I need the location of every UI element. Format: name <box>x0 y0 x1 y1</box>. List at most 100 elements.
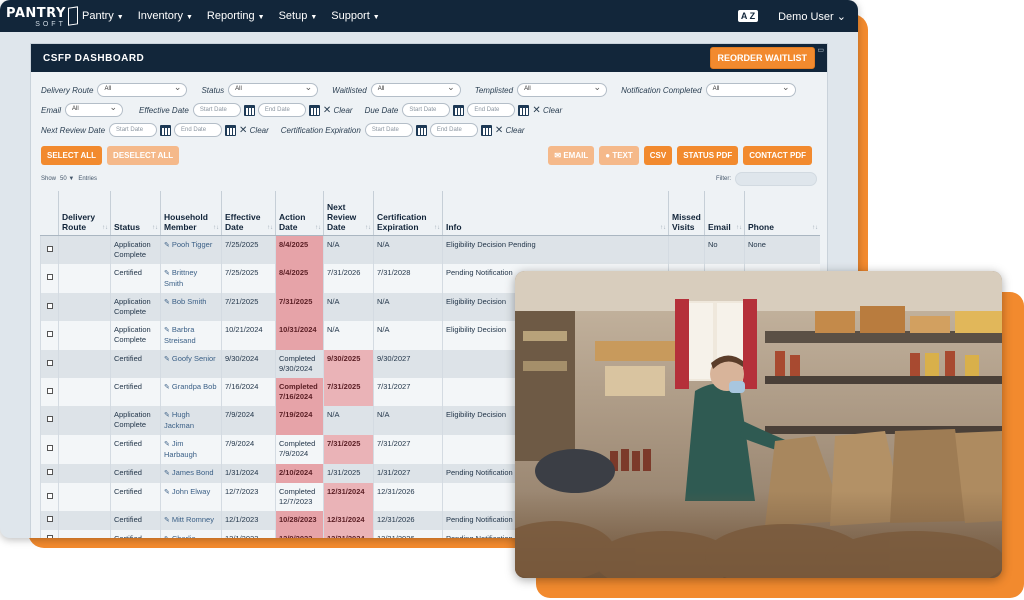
household-member-link[interactable]: Pooh Tigger <box>172 240 212 249</box>
pencil-icon[interactable]: ✎ <box>164 517 170 524</box>
calendar-icon[interactable] <box>480 124 492 136</box>
col-missed-visits[interactable]: Missed Visits <box>668 191 705 236</box>
cert-end-input[interactable]: End Date <box>429 123 478 137</box>
show-entries-select[interactable]: 50 ▼ <box>60 176 74 182</box>
reorder-waitlist-button[interactable]: REORDER WAITLIST <box>709 47 815 69</box>
status-pdf-button[interactable]: STATUS PDF <box>677 146 739 165</box>
next-review-start-input[interactable]: Start Date <box>109 123 158 137</box>
household-member-link[interactable]: James Bond <box>172 468 214 477</box>
col-household-member[interactable]: Household Member ↑↓ <box>160 191 222 236</box>
pencil-icon[interactable]: ✎ <box>164 470 170 477</box>
col-effective-date[interactable]: Effective Date ↑↓ <box>221 191 276 236</box>
pencil-icon[interactable]: ✎ <box>164 441 170 448</box>
due-end-input[interactable]: End Date <box>467 103 516 117</box>
menu-inventory[interactable]: Inventory ▼ <box>138 10 193 22</box>
notification-select[interactable]: All <box>705 82 796 97</box>
col-delivery-route[interactable]: Delivery Route ↑↓ <box>58 191 111 236</box>
row-checkbox[interactable] <box>46 492 53 499</box>
calendar-icon[interactable] <box>453 104 465 116</box>
household-member-link[interactable]: Goofy Senior <box>172 354 216 363</box>
calendar-icon[interactable] <box>308 104 320 116</box>
household-member-cell[interactable]: ✎ Hugh Jackman <box>160 405 222 435</box>
household-member-link[interactable]: Grandpa Bob <box>172 382 217 391</box>
calendar-icon[interactable] <box>415 124 427 136</box>
row-checkbox[interactable] <box>46 535 53 538</box>
row-checkbox[interactable] <box>46 359 53 366</box>
row-checkbox[interactable] <box>46 245 53 252</box>
row-checkbox[interactable] <box>46 331 53 337</box>
row-checkbox[interactable] <box>46 416 53 422</box>
due-start-input[interactable]: Start Date <box>402 103 451 117</box>
household-member-cell[interactable]: ✎ Goofy Senior <box>160 349 222 378</box>
effective-start-input[interactable]: Start Date <box>192 103 241 117</box>
calendar-icon[interactable] <box>518 104 530 116</box>
email-select[interactable]: All <box>65 102 124 117</box>
household-member-cell[interactable]: ✎ John Elway <box>160 482 222 511</box>
contact-pdf-button[interactable]: CONTACT PDF <box>743 146 812 165</box>
pencil-icon[interactable]: ✎ <box>164 412 170 419</box>
calendar-icon[interactable] <box>225 124 237 136</box>
pencil-icon[interactable]: ✎ <box>164 489 170 496</box>
deselect-all-button[interactable]: DESELECT ALL <box>107 146 180 165</box>
menu-setup[interactable]: Setup ▼ <box>279 10 318 22</box>
pencil-icon[interactable]: ✎ <box>164 299 170 306</box>
waitlisted-select[interactable]: All <box>370 82 461 97</box>
collapse-icon[interactable]: ▭ <box>817 46 824 54</box>
row-checkbox[interactable] <box>46 387 53 394</box>
row-checkbox[interactable] <box>46 469 53 475</box>
row-checkbox[interactable] <box>46 516 53 522</box>
pencil-icon[interactable]: ✎ <box>164 384 170 391</box>
csv-button[interactable]: CSV <box>643 146 673 165</box>
templisted-select[interactable]: All <box>517 82 608 97</box>
pencil-icon[interactable]: ✎ <box>164 242 170 249</box>
cert-clear-button[interactable]: ✕ Clear <box>495 125 525 136</box>
effective-end-input[interactable]: End Date <box>257 103 306 117</box>
status-select[interactable]: All <box>228 82 319 97</box>
col-action-date[interactable]: Action Date ↑↓ <box>275 191 324 236</box>
pencil-icon[interactable]: ✎ <box>164 356 170 363</box>
next-review-end-input[interactable]: End Date <box>174 123 223 137</box>
household-member-cell[interactable]: ✎ James Bond <box>160 463 222 483</box>
menu-pantry[interactable]: Pantry ▼ <box>82 10 124 22</box>
filter-input[interactable] <box>735 171 817 186</box>
table-row[interactable]: Application Complete ✎ Pooh Tigger 7/25/202… <box>40 235 820 264</box>
text-button[interactable]: ● TEXT <box>599 146 639 165</box>
due-clear-button[interactable]: ✕ Clear <box>532 105 562 116</box>
logo[interactable]: PANTRY SOFT <box>6 4 78 28</box>
calendar-icon[interactable] <box>160 124 172 136</box>
row-checkbox[interactable] <box>46 274 53 280</box>
user-menu[interactable]: Demo User ⌄ <box>778 10 846 23</box>
col-status[interactable]: Status ↑↓ <box>110 191 161 236</box>
pencil-icon[interactable]: ✎ <box>164 327 170 334</box>
language-az-button[interactable]: A Z <box>737 10 759 22</box>
household-member-link[interactable]: Charlie <box>172 534 196 539</box>
col-next-review-date[interactable]: Next Review Date ↑↓ <box>323 191 374 236</box>
email-button[interactable]: ✉ EMAIL <box>548 146 595 165</box>
col-email[interactable]: Email ↑↓ <box>704 191 745 236</box>
pencil-icon[interactable]: ✎ <box>164 536 170 539</box>
menu-support[interactable]: Support ▼ <box>331 10 379 22</box>
household-member-cell[interactable]: ✎ Bob Smith <box>160 292 222 321</box>
household-member-cell[interactable]: ✎Charlie <box>160 529 222 539</box>
household-member-link[interactable]: Bob Smith <box>172 297 207 306</box>
household-member-cell[interactable]: ✎ Pooh Tigger <box>160 235 222 264</box>
row-checkbox[interactable] <box>46 302 53 309</box>
col-phone[interactable]: Phone ↑↓ <box>744 191 820 236</box>
pencil-icon[interactable]: ✎ <box>164 270 170 277</box>
next-review-clear-button[interactable]: ✕ Clear <box>239 125 269 136</box>
household-member-cell[interactable]: ✎ Brittney Smith <box>160 263 222 293</box>
col-cert-expiration[interactable]: Certification Expiration ↑↓ <box>373 191 443 236</box>
select-all-button[interactable]: SELECT ALL <box>41 146 103 165</box>
menu-reporting[interactable]: Reporting ▼ <box>207 10 265 22</box>
household-member-cell[interactable]: ✎ Grandpa Bob <box>160 377 222 406</box>
household-member-cell[interactable]: ✎ Jim Harbaugh <box>160 434 222 464</box>
household-member-cell[interactable]: ✎ Mitt Romney <box>160 510 222 530</box>
calendar-icon[interactable] <box>243 104 255 116</box>
cert-start-input[interactable]: Start Date <box>364 123 413 137</box>
effective-clear-button[interactable]: ✕ Clear <box>323 105 353 116</box>
row-checkbox[interactable] <box>46 445 53 451</box>
household-member-link[interactable]: John Elway <box>172 487 210 496</box>
delivery-route-select[interactable]: All <box>97 82 188 97</box>
household-member-link[interactable]: Mitt Romney <box>172 515 214 524</box>
col-info[interactable]: Info ↑↓ <box>442 191 669 236</box>
